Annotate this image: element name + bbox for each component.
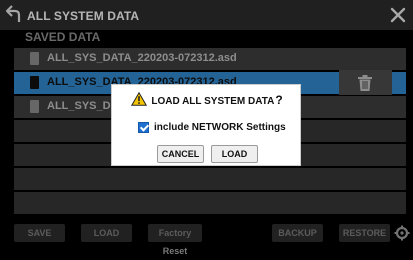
dialog-title: LOAD ALL SYSTEM DATA? <box>112 91 302 109</box>
cancel-button[interactable]: CANCEL <box>157 145 204 163</box>
dialog-title-text: LOAD ALL SYSTEM DATA <box>151 96 275 107</box>
load-confirm-dialog: LOAD ALL SYSTEM DATA? include NETWORK Se… <box>111 84 301 166</box>
checkbox-label: include NETWORK Settings <box>154 122 286 133</box>
dialog-title-question: ? <box>275 93 283 107</box>
dialog-load-button[interactable]: LOAD <box>211 145 258 163</box>
warning-icon <box>131 92 148 106</box>
include-network-checkbox[interactable] <box>138 122 149 133</box>
